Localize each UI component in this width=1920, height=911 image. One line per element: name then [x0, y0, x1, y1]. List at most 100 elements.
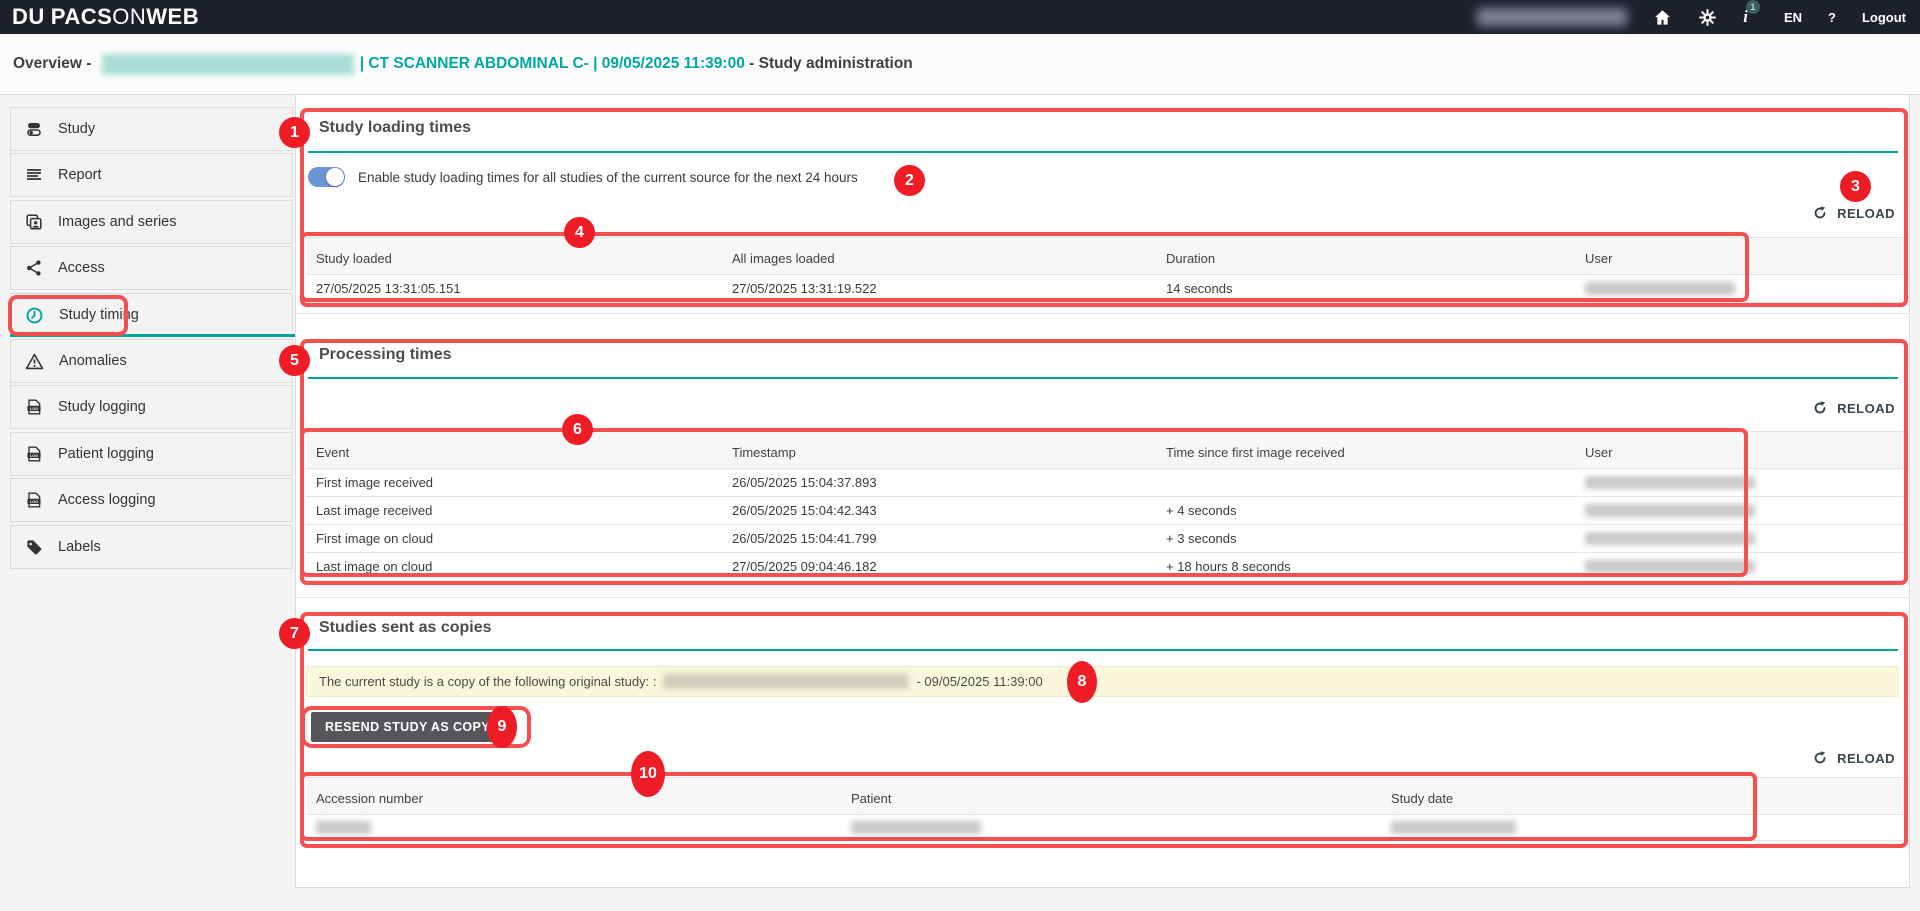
logo-du: DU	[12, 4, 45, 29]
sidebar-item-access-logging[interactable]: LOG Access logging	[10, 478, 293, 522]
section-title-studies-sent-as-copies: Studies sent as copies	[319, 619, 492, 637]
table-cell: 27/05/2025 13:31:19.522	[722, 275, 1156, 303]
table-cell: 27/05/2025 09:04:46.182	[722, 553, 1156, 581]
clock-icon	[25, 306, 44, 325]
sidebar-item-labels[interactable]: Labels	[10, 525, 293, 569]
user-redacted	[1585, 504, 1755, 517]
sidebar-item-study[interactable]: Study	[10, 107, 293, 151]
svg-text:LOG: LOG	[30, 500, 38, 504]
sidebar-item-label: Access	[58, 260, 105, 276]
app-logo: DUPACSONWEB	[12, 4, 199, 30]
sidebar-item-label: Images and series	[58, 214, 176, 230]
column-header: Event	[306, 432, 722, 469]
study-icon	[25, 120, 43, 138]
section-divider	[296, 597, 1909, 598]
accession-number-redacted	[316, 821, 371, 834]
sidebar-item-label: Labels	[58, 539, 101, 555]
section-divider	[296, 313, 1909, 314]
sidebar-item-anomalies[interactable]: Anomalies	[10, 339, 293, 383]
column-header: Timestamp	[722, 432, 1156, 469]
column-header: Time since first image received	[1156, 432, 1575, 469]
refresh-icon	[1812, 750, 1828, 766]
sidebar-item-label: Study logging	[58, 399, 146, 415]
topbar: DUPACSONWEB i1 EN ? Logout	[0, 0, 1920, 34]
reload-button-processing[interactable]: RELOAD	[1812, 400, 1895, 416]
table-cell: + 3 seconds	[1156, 525, 1575, 553]
home-icon[interactable]	[1653, 8, 1672, 27]
reload-button-copies[interactable]: RELOAD	[1812, 750, 1895, 766]
log-file-icon: LOG	[25, 491, 43, 509]
section-underline	[308, 377, 1898, 379]
table-cell	[1575, 469, 1909, 497]
sidebar-item-patient-logging[interactable]: LOG Patient logging	[10, 432, 293, 476]
table-cell: 14 seconds	[1156, 275, 1575, 303]
table-cell	[841, 815, 1381, 841]
column-header: Study date	[1381, 778, 1909, 815]
banner-text-prefix: The current study is a copy of the follo…	[319, 674, 656, 689]
sidebar-item-label: Patient logging	[58, 446, 154, 462]
column-header: User	[1575, 432, 1909, 469]
studies-sent-as-copies-table: Accession number Patient Study date	[306, 777, 1909, 841]
sidebar-item-label: Anomalies	[59, 353, 127, 369]
reload-button-loading[interactable]: RELOAD	[1812, 205, 1895, 221]
table-row: First image received 26/05/2025 15:04:37…	[306, 469, 1909, 497]
table-cell: + 18 hours 8 seconds	[1156, 553, 1575, 581]
breadcrumb-prefix: Overview -	[13, 55, 96, 73]
sidebar-item-report[interactable]: Report	[10, 153, 293, 197]
section-underline	[308, 151, 1898, 153]
table-row: Last image on cloud 27/05/2025 09:04:46.…	[306, 553, 1909, 581]
sidebar-item-access[interactable]: Access	[10, 246, 293, 290]
sidebar-item-images-and-series[interactable]: Images and series	[10, 200, 293, 244]
table-cell: Last image on cloud	[306, 553, 722, 581]
tag-icon	[25, 538, 43, 556]
banner-text-suffix: - 09/05/2025 11:39:00	[916, 674, 1042, 689]
sidebar-item-label: Report	[58, 167, 102, 183]
loading-times-toggle[interactable]	[308, 167, 345, 187]
patient-redacted	[851, 821, 981, 834]
table-cell	[1575, 553, 1909, 581]
language-selector[interactable]: EN	[1784, 10, 1802, 25]
breadcrumb: Overview - | CT SCANNER ABDOMINAL C- | 0…	[0, 34, 1920, 95]
table-row: First image on cloud 26/05/2025 15:04:41…	[306, 525, 1909, 553]
table-cell: First image on cloud	[306, 525, 722, 553]
table-row	[306, 815, 1909, 841]
svg-text:LOG: LOG	[30, 407, 38, 411]
table-cell	[1575, 497, 1909, 525]
breadcrumb-suffix: - Study administration	[745, 55, 913, 73]
resend-study-as-copy-button[interactable]: RESEND STUDY AS COPY	[311, 712, 504, 742]
info-icon[interactable]: i1	[1743, 7, 1758, 27]
logout-button[interactable]: Logout	[1862, 10, 1906, 25]
log-file-icon: LOG	[25, 398, 43, 416]
log-file-icon: LOG	[25, 445, 43, 463]
table-row: Last image received 26/05/2025 15:04:42.…	[306, 497, 1909, 525]
info-badge: 1	[1746, 0, 1760, 14]
sidebar-item-study-timing[interactable]: Study timing	[10, 293, 293, 337]
toggle-knob	[326, 168, 344, 186]
study-date-redacted	[1391, 821, 1516, 834]
help-icon[interactable]: ?	[1828, 10, 1836, 25]
table-cell	[1156, 469, 1575, 497]
column-header: Study loaded	[306, 238, 722, 275]
report-icon	[25, 166, 43, 184]
main-panel: Study loading times Enable study loading…	[295, 95, 1910, 888]
sidebar-item-label: Study timing	[59, 307, 139, 323]
table-cell: 26/05/2025 15:04:37.893	[722, 469, 1156, 497]
table-cell: First image received	[306, 469, 722, 497]
loading-times-toggle-label: Enable study loading times for all studi…	[358, 170, 858, 185]
gear-icon[interactable]	[1698, 8, 1717, 27]
patient-name-redacted	[102, 54, 354, 75]
images-icon	[25, 213, 43, 231]
user-redacted	[1585, 282, 1735, 295]
section-title-study-loading-times: Study loading times	[319, 119, 471, 137]
selected-tab-underline	[10, 334, 295, 337]
table-cell: 26/05/2025 15:04:42.343	[722, 497, 1156, 525]
sidebar-item-study-logging[interactable]: LOG Study logging	[10, 385, 293, 429]
column-header: User	[1575, 238, 1909, 275]
table-cell	[1381, 815, 1909, 841]
user-redacted	[1585, 560, 1755, 573]
table-cell	[1575, 275, 1909, 303]
section-underline	[308, 649, 1898, 651]
study-loading-table: Study loaded All images loaded Duration …	[306, 237, 1909, 303]
section-title-processing-times: Processing times	[319, 346, 452, 364]
column-header: All images loaded	[722, 238, 1156, 275]
